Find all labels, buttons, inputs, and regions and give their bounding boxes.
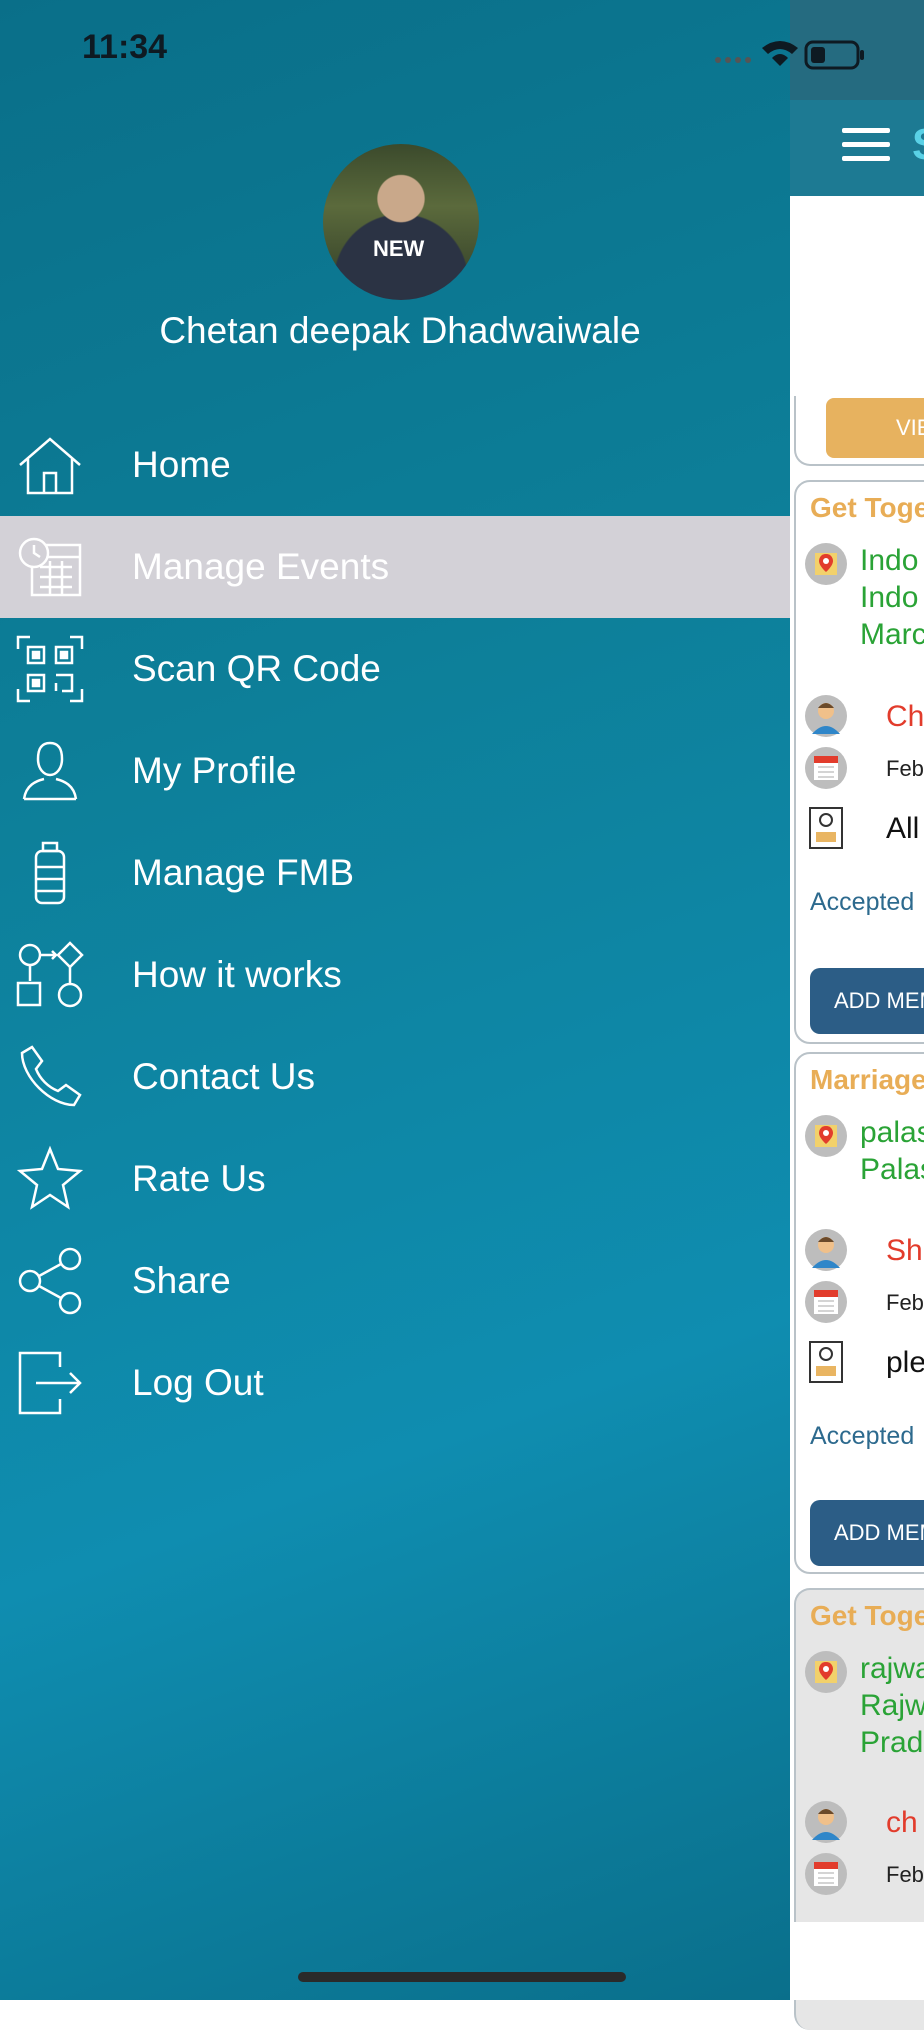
user-icon (16, 737, 84, 805)
menu-label: Rate Us (132, 1158, 266, 1199)
navigation-drawer: 11:34 NEW Chetan deepak Dhadwaiwale Home… (0, 0, 790, 2000)
view-button[interactable]: VIE (826, 398, 924, 458)
event-status: Accepted (810, 1422, 915, 1450)
event-date: Feb (886, 1862, 924, 1887)
event-host: Sh (886, 1234, 923, 1267)
menu-item-rate-us[interactable]: Rate Us (0, 1128, 790, 1230)
event-host: ch (886, 1806, 918, 1839)
menu-item-share[interactable]: Share (0, 1230, 790, 1332)
menu-item-scan-qr-code[interactable]: Scan QR Code (0, 618, 790, 720)
menu-label: Share (132, 1260, 231, 1301)
menu-item-manage-events[interactable]: Manage Events (0, 516, 790, 618)
home-icon (16, 431, 84, 499)
menu-label: Home (132, 444, 231, 485)
menu-label: Scan QR Code (132, 648, 381, 689)
calendar-icon (805, 1853, 847, 1895)
event-status: Accepted (810, 888, 915, 916)
add-member-button[interactable]: ADD MEM (810, 1500, 924, 1566)
menu-item-how-it-works[interactable]: How it works (0, 924, 790, 1026)
map-pin-icon (805, 1115, 847, 1157)
person-icon (805, 695, 847, 737)
status-icons (710, 32, 910, 77)
profile-name: Chetan deepak Dhadwaiwale (159, 310, 641, 351)
event-address: rajwa Rajw Prad (860, 1652, 924, 1759)
container-icon (16, 839, 84, 907)
map-pin-icon (805, 543, 847, 585)
wifi-icon (762, 41, 798, 66)
invitation-card-icon (809, 1341, 843, 1383)
menu-item-my-profile[interactable]: My Profile (0, 720, 790, 822)
signal-icon (715, 57, 751, 63)
event-date: Feb (886, 756, 924, 781)
menu-item-manage-fmb[interactable]: Manage FMB (0, 822, 790, 924)
event-type: Get Toge (810, 492, 924, 523)
event-note: ple (886, 1346, 924, 1379)
menu-item-log-out[interactable]: Log Out (0, 1332, 790, 1434)
bottom-safe-area (790, 1922, 924, 2000)
event-card[interactable]: Get Toge Indo Indo Marc Ch Feb All Accep… (794, 480, 924, 1044)
calendar-icon (805, 747, 847, 789)
event-card[interactable]: Marriage palas Palas Sh Feb ple Accepted… (794, 1052, 924, 1574)
menu-label: Manage FMB (132, 852, 355, 893)
logout-icon (16, 1349, 84, 1417)
menu-label: Manage Events (132, 546, 390, 587)
flowchart-icon (16, 941, 84, 1009)
person-icon (805, 1801, 847, 1843)
qr-code-icon (16, 635, 84, 703)
phone-icon (16, 1043, 84, 1111)
person-icon (805, 1229, 847, 1271)
header-title: S (912, 120, 924, 170)
top-card-partial: VIE (794, 396, 924, 466)
menu-label: Contact Us (132, 1056, 316, 1097)
invitation-card-icon (809, 807, 843, 849)
event-type: Marriage (810, 1064, 924, 1095)
avatar-shirt-text: NEW (373, 236, 425, 261)
add-member-button[interactable]: ADD MEM (810, 968, 924, 1034)
map-pin-icon (805, 1651, 847, 1693)
event-address: palas Palas (860, 1116, 924, 1186)
background-screen[interactable]: S VIE Get Toge Indo Indo Marc Ch Feb All… (715, 0, 924, 2030)
profile-avatar[interactable]: NEW (323, 144, 479, 300)
status-time: 11:34 (82, 28, 168, 66)
menu-label: Log Out (132, 1362, 264, 1403)
calendar-icon (805, 1281, 847, 1323)
share-icon (16, 1247, 84, 1315)
battery-icon (804, 40, 864, 70)
menu-label: How it works (132, 954, 342, 995)
calendar-clock-icon (16, 533, 84, 601)
hamburger-menu-icon[interactable] (842, 128, 890, 164)
menu-label: My Profile (132, 750, 297, 791)
event-date: Feb (886, 1290, 924, 1315)
home-indicator (298, 1972, 626, 1982)
menu-item-contact-us[interactable]: Contact Us (0, 1026, 790, 1128)
event-host: Ch (886, 700, 924, 733)
menu-item-home[interactable]: Home (0, 414, 790, 516)
event-address: Indo Indo Marc (860, 544, 924, 651)
event-note: All (886, 812, 920, 845)
event-type: Get Toge (810, 1600, 924, 1631)
star-icon (16, 1145, 84, 1213)
